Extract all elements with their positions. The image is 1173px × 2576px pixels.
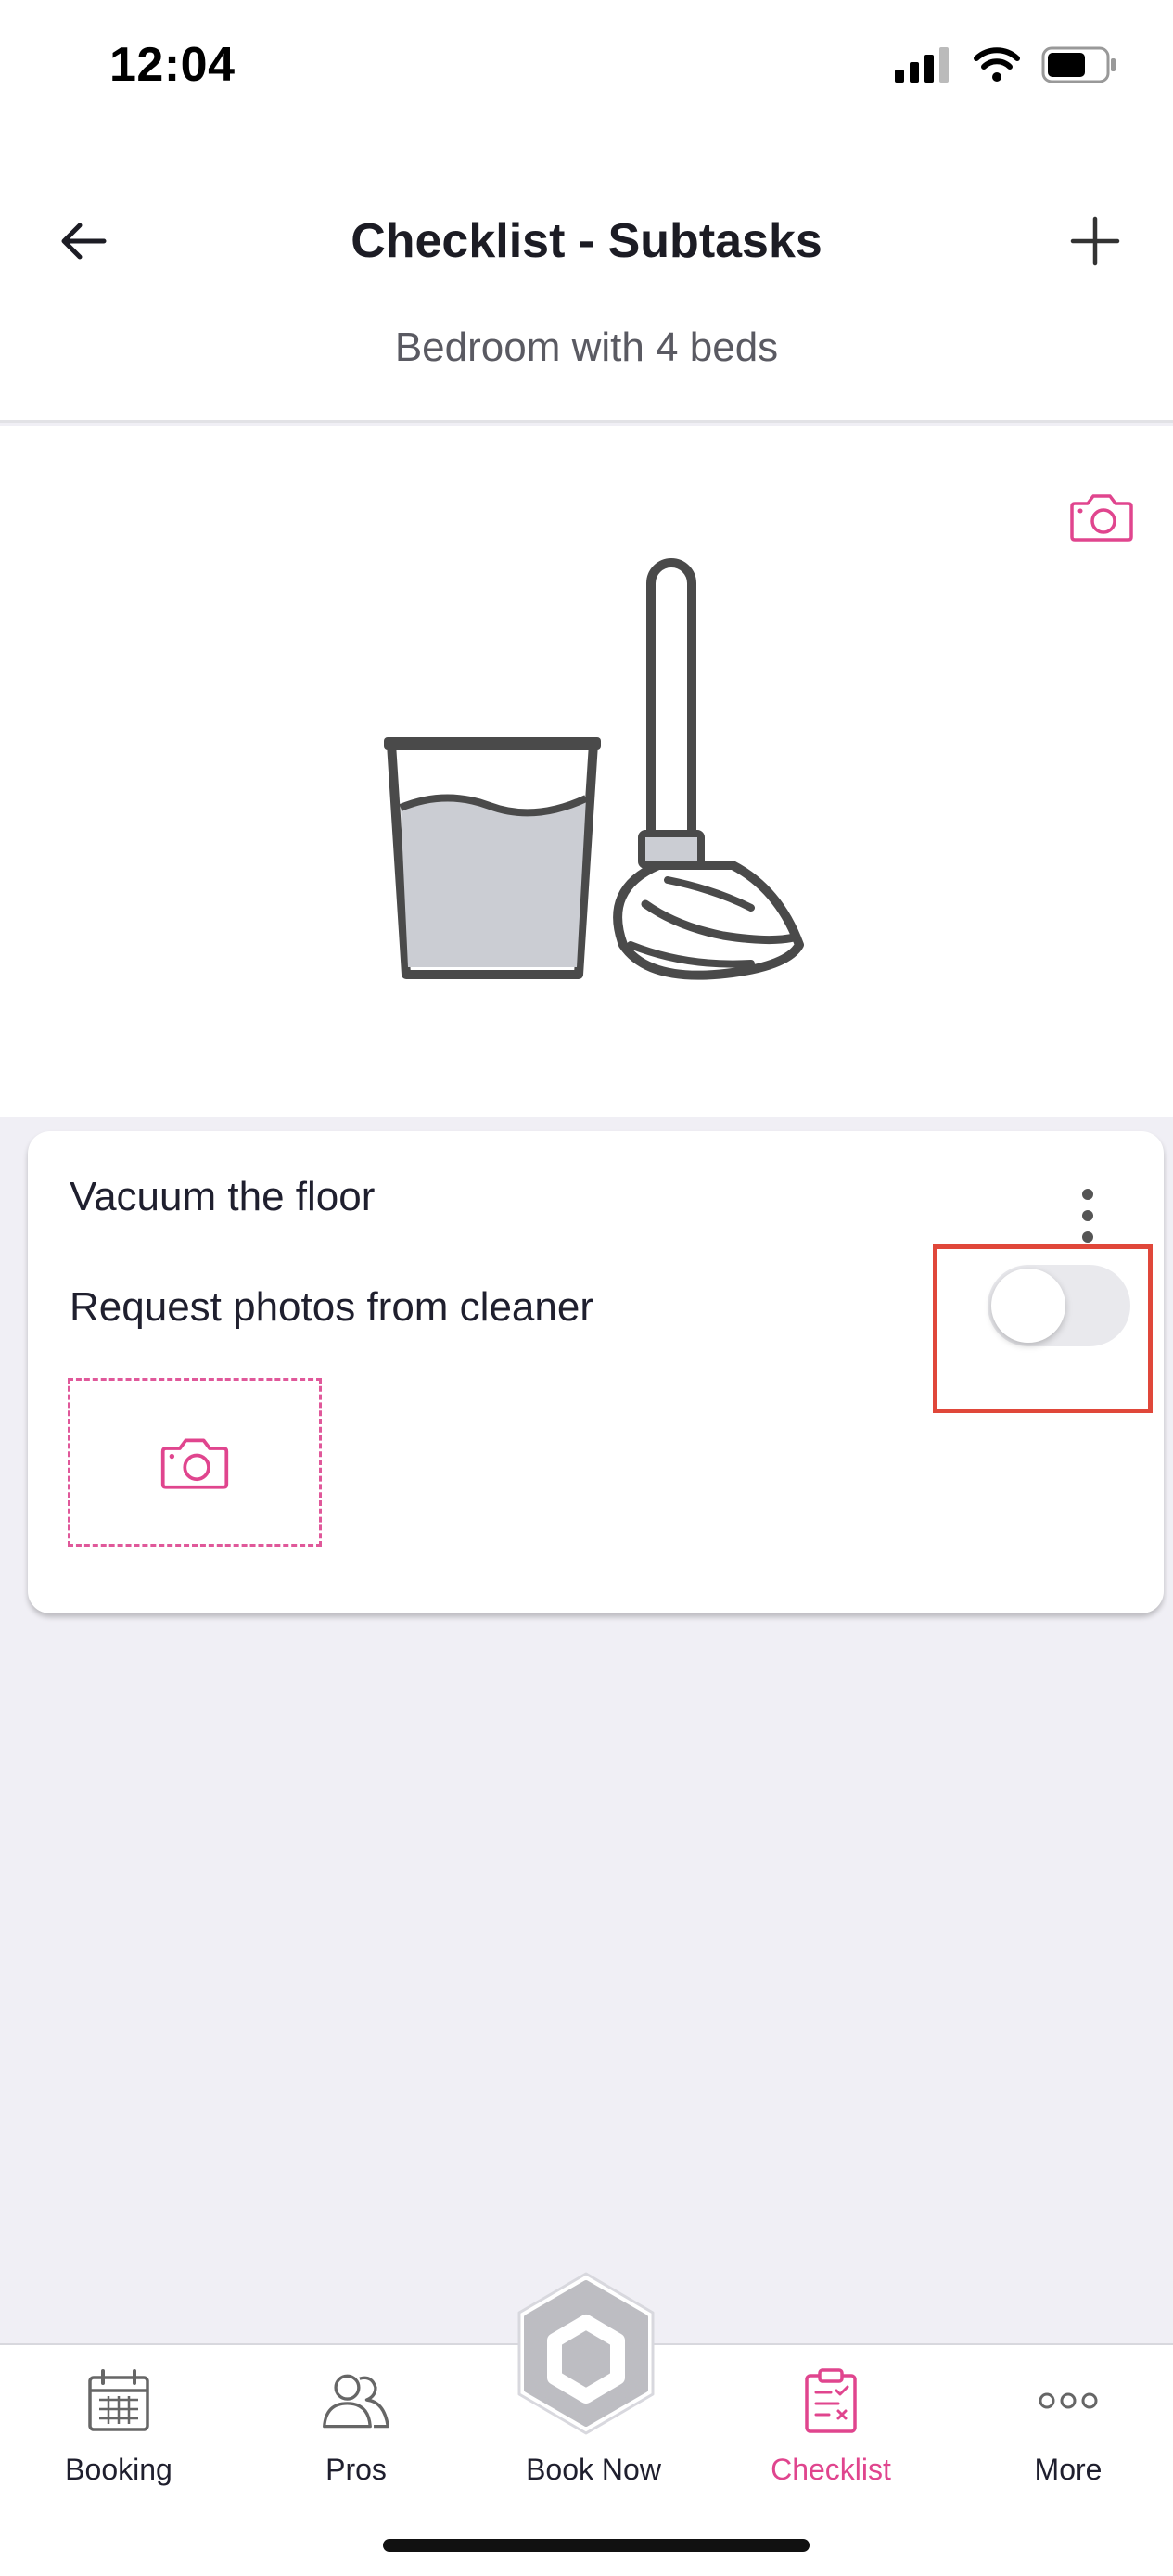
plus-icon <box>1070 216 1120 266</box>
tab-label: Booking <box>65 2453 172 2486</box>
request-photos-toggle[interactable] <box>988 1265 1130 1346</box>
hero-section <box>0 426 1173 1117</box>
status-icons <box>895 46 1117 83</box>
status-time: 12:04 <box>109 38 236 92</box>
more-dots-icon <box>1039 2392 1098 2409</box>
status-bar: 12:04 <box>0 0 1173 139</box>
tab-label: More <box>1034 2453 1103 2486</box>
calendar-icon <box>88 2369 149 2431</box>
bucket-mop-illustration <box>384 558 804 980</box>
camera-icon <box>160 1438 229 1489</box>
tab-label: Book Now <box>526 2453 661 2486</box>
request-photos-label: Request photos from cleaner <box>70 1284 593 1330</box>
screen: 12:04 Checklist - Subtasks Bedroom with … <box>0 0 1173 2576</box>
hexagon-logo-icon[interactable] <box>512 2270 660 2437</box>
tab-booking[interactable]: Booking <box>17 2364 221 2512</box>
tab-pros[interactable]: Pros <box>254 2364 458 2512</box>
battery-icon <box>1041 46 1116 83</box>
page-subtitle: Bedroom with 4 beds <box>394 325 779 370</box>
wifi-icon <box>974 47 1020 82</box>
tab-more[interactable]: More <box>966 2364 1170 2512</box>
tab-checklist[interactable]: Checklist <box>729 2364 933 2512</box>
add-subtask-button[interactable] <box>1065 211 1125 271</box>
subtask-card: Vacuum the floor Request photos from cle… <box>28 1131 1164 1613</box>
header: Checklist - Subtasks Bedroom with 4 beds <box>0 139 1173 423</box>
clipboard-checklist-icon <box>805 2368 857 2433</box>
tab-label: Pros <box>325 2453 387 2486</box>
camera-icon[interactable] <box>1069 491 1134 542</box>
people-icon <box>323 2374 389 2429</box>
subtask-title: Vacuum the floor <box>70 1174 376 1219</box>
more-options-icon[interactable] <box>1078 1189 1097 1243</box>
add-photo-slot[interactable] <box>68 1378 322 1547</box>
page-title: Checklist - Subtasks <box>351 214 822 268</box>
home-indicator <box>383 2539 810 2552</box>
cellular-signal-icon <box>895 47 949 83</box>
toggle-knob <box>991 1269 1065 1343</box>
tab-label: Checklist <box>771 2453 891 2486</box>
